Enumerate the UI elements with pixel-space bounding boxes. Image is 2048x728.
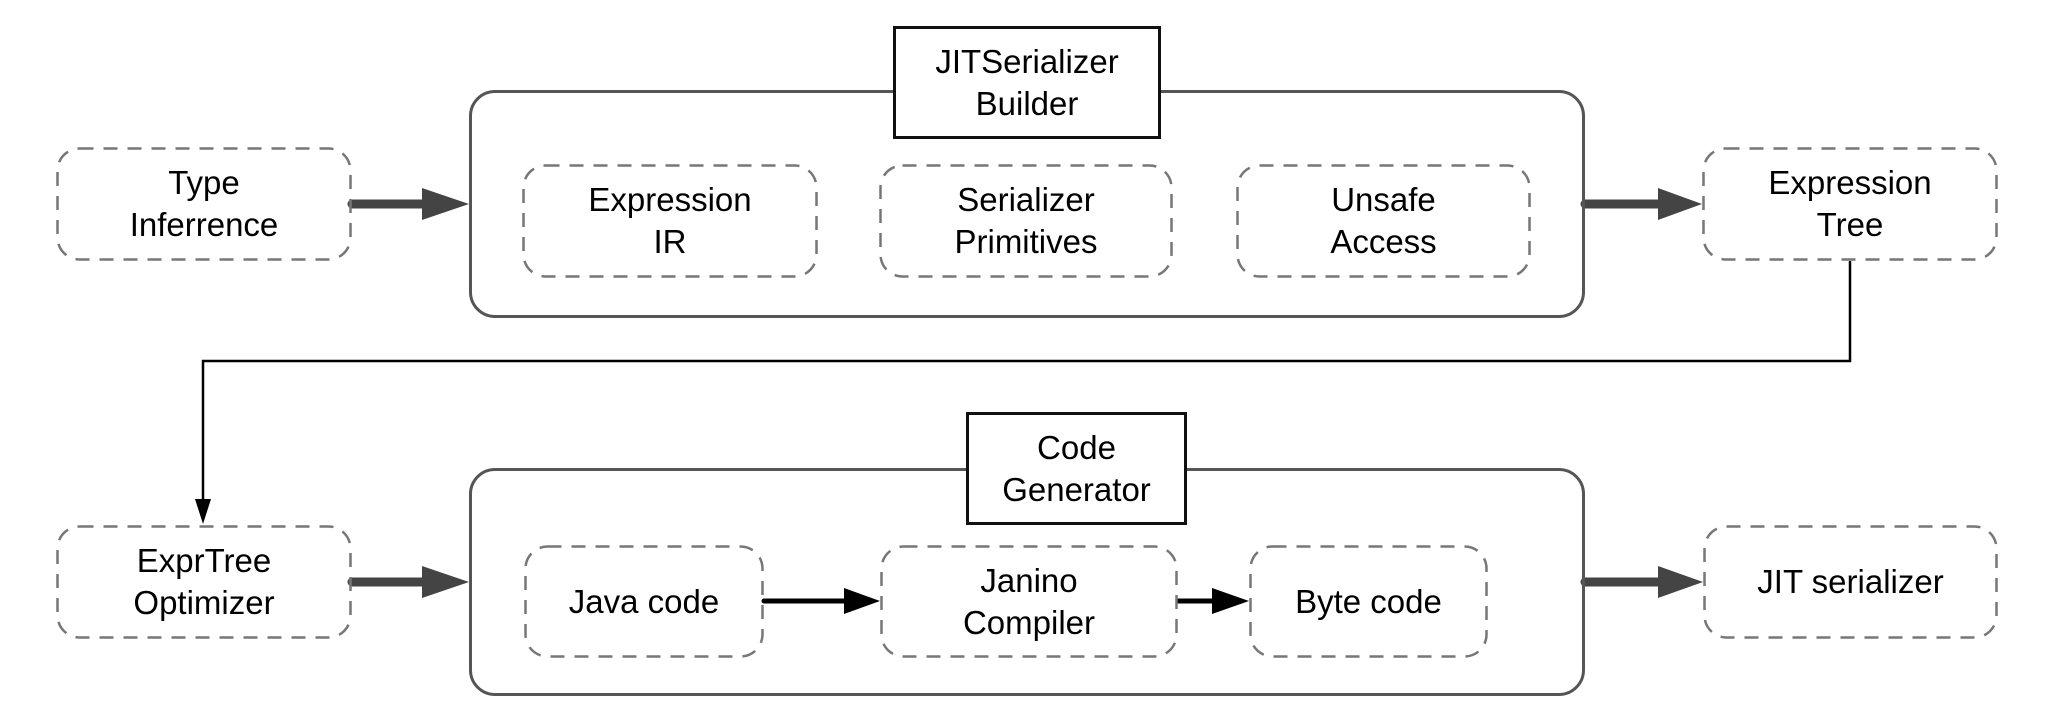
- exprtree-optimizer-node: ExprTree Optimizer: [56, 525, 352, 639]
- arrow-builder-to-expression-tree: [1580, 188, 1702, 220]
- arrow-optimizer-to-codegen: [347, 566, 469, 598]
- expression-tree-label: Expression Tree: [1768, 164, 1932, 243]
- codegen-title: Code Generator: [966, 412, 1187, 525]
- expression-tree-node: Expression Tree: [1702, 147, 1998, 261]
- diagram-canvas: JITSerializer Builder Code Generator Typ…: [0, 0, 2048, 728]
- expression-ir-label: Expression IR: [588, 181, 752, 260]
- builder-title: JITSerializer Builder: [893, 26, 1161, 139]
- type-inference-label: Type Inferrence: [129, 164, 279, 243]
- type-inference-node: Type Inferrence: [56, 147, 352, 261]
- janino-compiler-label: Janino Compiler: [962, 561, 1096, 641]
- expression-ir-node: Expression IR: [522, 164, 818, 278]
- exprtree-optimizer-label: ExprTree Optimizer: [133, 542, 275, 621]
- byte-code-label: Byte code: [1295, 582, 1442, 620]
- jit-serializer-label: JIT serializer: [1757, 563, 1944, 600]
- unsafe-access-node: Unsafe Access: [1236, 164, 1531, 278]
- java-code-label: Java code: [568, 582, 720, 620]
- janino-compiler-node: Janino Compiler: [880, 545, 1178, 658]
- serializer-primitives-node: Serializer Primitives: [879, 164, 1173, 278]
- java-code-node: Java code: [524, 545, 764, 658]
- arrow-type-to-builder: [347, 188, 469, 220]
- jit-serializer-node: JIT serializer: [1703, 525, 1998, 639]
- arrow-codegen-to-jit-serializer: [1580, 566, 1703, 598]
- unsafe-access-label: Unsafe Access: [1330, 181, 1437, 260]
- serializer-primitives-label: Serializer Primitives: [954, 181, 1098, 260]
- byte-code-node: Byte code: [1249, 545, 1488, 658]
